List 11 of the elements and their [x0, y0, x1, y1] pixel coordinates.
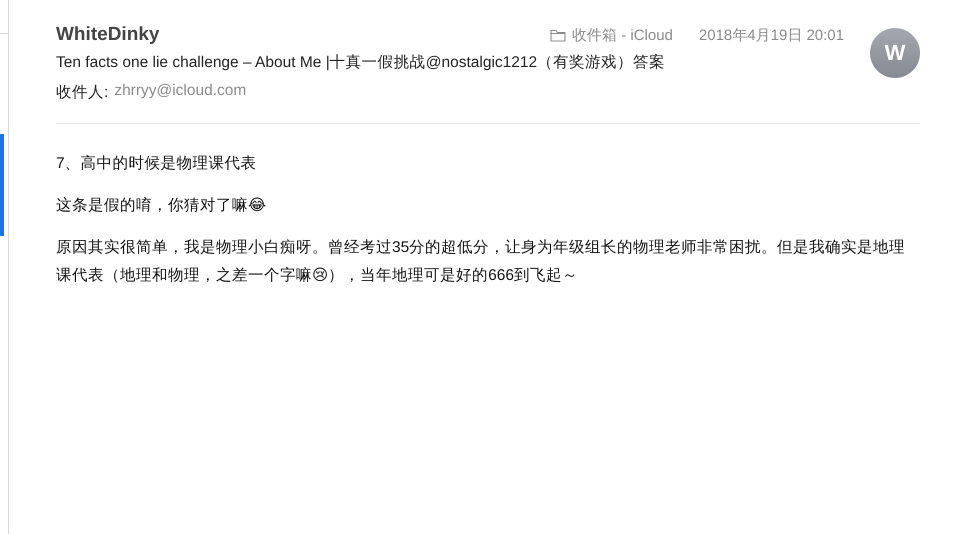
sender-avatar: W [870, 28, 920, 78]
folder-icon [550, 28, 566, 42]
body-paragraph: 这条是假的唷，你猜对了嘛😂 [56, 196, 268, 216]
body-paragraph: 原因其实很简单，我是物理小白痴呀。曾经考过35分的超低分，让身为年级组长的物理老师非常困扰。但是我确实是地理课代表（地理和物理，之差一个字嘛😢），当年地理可是好的666到飞起～ [56, 238, 906, 286]
message-date: 2018年4月19日 20:01 [698, 26, 844, 44]
message-subject: Ten facts one lie challenge – About Me |十真一假挑战@nostalgic1212（有奖游戏）答案 [56, 52, 666, 73]
sender-name: WhiteDinky [56, 24, 160, 46]
recipient-address: zhrryy@icloud.com [114, 82, 246, 101]
recipient-label: 收件人: [56, 83, 108, 103]
mailbox-name: 收件箱 - iCloud [572, 26, 673, 44]
body-paragraph: 7、高中的时候是物理课代表 [56, 154, 258, 174]
